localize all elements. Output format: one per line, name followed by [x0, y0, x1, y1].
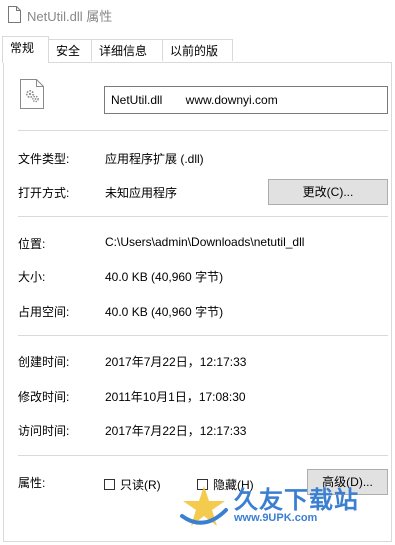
opens-with-label: 打开方式:: [18, 186, 70, 200]
divider: [18, 455, 388, 456]
watermark-logo: 久友下载站 www.9UPK.com: [178, 478, 392, 540]
readonly-checkbox[interactable]: 只读(R): [104, 476, 161, 493]
watermark-url: www.9UPK.com: [234, 512, 318, 524]
modified-value: 2011年10月1日，17:08:30: [105, 390, 246, 404]
file-type-value: 应用程序扩展 (.dll): [105, 152, 204, 166]
tab-previous-versions[interactable]: 以前的版本: [162, 39, 233, 80]
filename-field[interactable]: [104, 86, 388, 114]
divider: [18, 335, 388, 336]
watermark-text: 久友下载站: [234, 487, 359, 514]
tab-strip: 常规 安全 详细信息 以前的版本: [0, 36, 395, 80]
file-icon: [8, 6, 21, 23]
accessed-value: 2017年7月22日，12:17:33: [105, 424, 247, 438]
window-title: NetUtil.dll 属性: [27, 9, 113, 24]
size-label: 大小:: [18, 270, 46, 284]
divider: [18, 130, 388, 131]
properties-window: NetUtil.dll 属性 常规 安全 详细信息 以前的版本 文件类型: 应用…: [0, 0, 395, 545]
size-value: 40.0 KB (40,960 字节): [105, 270, 224, 284]
attributes-label: 属性:: [18, 476, 46, 490]
tab-general[interactable]: 常规: [2, 36, 49, 63]
tab-security[interactable]: 安全: [48, 39, 92, 61]
readonly-checkbox-box[interactable]: [104, 479, 115, 490]
location-value: C:\Users\admin\Downloads\netutil_dll: [105, 235, 305, 249]
dll-file-icon: [20, 79, 44, 109]
created-label: 创建时间:: [18, 355, 70, 369]
star-swoosh-icon: [180, 486, 228, 526]
accessed-label: 访问时间:: [18, 424, 70, 438]
modified-label: 修改时间:: [18, 390, 70, 404]
divider: [18, 216, 388, 217]
change-button[interactable]: 更改(C)...: [268, 179, 388, 205]
size-on-disk-label: 占用空间:: [18, 305, 70, 319]
opens-with-value: 未知应用程序: [105, 186, 178, 200]
created-value: 2017年7月22日，12:17:33: [105, 355, 247, 369]
readonly-checkbox-label: 只读(R): [120, 478, 161, 492]
file-type-label: 文件类型:: [18, 152, 70, 166]
size-on-disk-value: 40.0 KB (40,960 字节): [105, 305, 224, 319]
location-label: 位置:: [18, 237, 46, 251]
title-bar[interactable]: NetUtil.dll 属性: [0, 0, 395, 30]
tab-details[interactable]: 详细信息: [91, 39, 163, 61]
